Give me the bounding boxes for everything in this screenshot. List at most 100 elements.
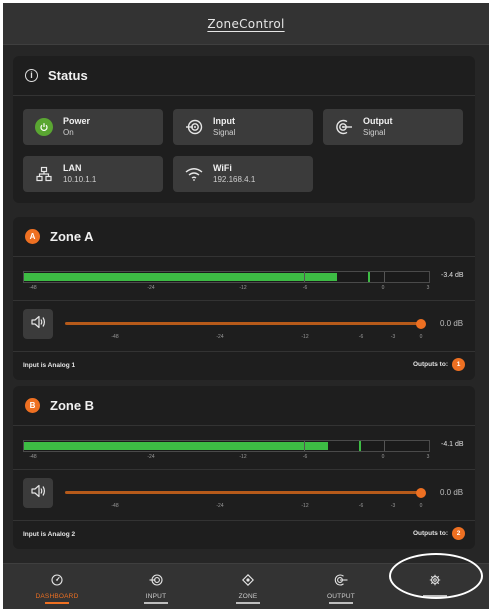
zone-b-outputs: Outputs to: 2 [413,527,465,540]
zone-a-outputs-label: Outputs to: [412,361,448,368]
zone-a-meter-scale-label: -24 [147,285,155,291]
zone-b-meter-scale-label: -48 [29,454,37,460]
status-title: Status [48,68,88,83]
zone-b-footer-divider [13,520,475,521]
output-signal-icon [335,118,353,136]
zone-b-gain-scale-label: -3 [390,503,396,509]
zone-a-gain-slider[interactable] [65,318,426,329]
input-icon [149,573,163,587]
zone-a-meter-scale-label: -6 [302,285,308,291]
wifi-icon [185,165,203,183]
nav-output-indicator [329,602,353,604]
nav-output-label: OUTPUT [327,593,355,600]
status-tile-input[interactable]: Input Signal [173,109,313,145]
zone-a-gain-scale: -48 -24 -12 -6 -3 0 [65,334,423,342]
zone-b-meter-tick [304,441,305,451]
nav-input-indicator [144,602,168,604]
input-label: Input [213,116,235,126]
zone-a-meter-scale: -48 -24 -12 -6 0 3 [23,285,430,293]
output-value: Signal [363,128,386,137]
zone-a-gain-scale-label: -3 [390,334,396,340]
zone-a-level-meter [23,271,430,283]
zone-b-gain-scale-label: -6 [358,503,364,509]
zone-b-gain-thumb[interactable] [416,487,426,498]
zone-b-meter-scale-label: 0 [381,454,385,460]
zone-b-level-meter [23,440,430,452]
power-value: On [63,128,74,137]
wifi-value: 192.168.4.1 [213,175,256,184]
zone-b-meter-peak [359,441,362,451]
wifi-label: WiFi [213,163,232,173]
zone-a-gain-scale-label: -48 [111,334,119,340]
zone-b-gain-scale-label: -12 [301,503,309,509]
nav-dashboard[interactable]: DASHBOARD [27,564,87,609]
zone-b-outputs-label: Outputs to: [412,530,448,537]
zone-b-divider [13,469,475,470]
nav-dashboard-indicator [45,602,69,604]
zone-a-meter-scale-label: 0 [381,285,385,291]
output-icon [334,573,348,587]
status-header: i Status [13,56,475,96]
zone-a-meter-scale-label: 3 [426,285,430,291]
zone-a-meter-scale-label: -12 [239,285,247,291]
zone-a-divider [13,300,475,301]
status-tile-power[interactable]: Power On [23,109,163,145]
zone-b-gain-scale: -48 -24 -12 -6 -3 0 [65,503,423,511]
output-label: Output [363,116,393,126]
app-title: ZoneControl [207,16,285,31]
zone-b-gain-scale-label: 0 [419,503,423,509]
zone-a-input-text: Input is Analog 1 [23,362,76,369]
zone-a-mute-button[interactable] [23,309,53,339]
lan-label: LAN [63,163,82,173]
zone-a-meter-scale-label: -48 [29,285,37,291]
power-label: Power [63,116,91,126]
zone-b-meter-scale-label: -12 [239,454,247,460]
zone-a-header: A Zone A [13,217,475,257]
zone-a-gain-scale-label: -6 [358,334,364,340]
zone-b-title: Zone B [50,398,95,413]
zone-b-output-badge[interactable]: 2 [452,527,465,540]
zone-b-meter-scale-label: -24 [147,454,155,460]
status-tile-output[interactable]: Output Signal [323,109,463,145]
zone-a-meter-readout: -3.4 dB [441,272,464,279]
nav-input[interactable]: INPUT [126,564,186,609]
zone-a-panel: A Zone A -3.4 dB -48 -24 -12 -6 0 3 0.0 dB -4… [13,217,475,380]
nav-zone[interactable]: ZONE [218,564,278,609]
lan-icon [35,165,53,183]
zone-a-badge: A [25,229,40,244]
zone-b-input-text: Input is Analog 2 [23,531,76,538]
zone-a-footer-divider [13,351,475,352]
info-icon: i [25,69,38,82]
nav-output[interactable]: OUTPUT [311,564,371,609]
zone-a-gain-scale-label: 0 [419,334,423,340]
status-tile-lan[interactable]: LAN 10.10.1.1 [23,156,163,192]
zone-a-gain-thumb[interactable] [416,318,426,329]
zone-a-gain-readout: 0.0 dB [440,319,464,328]
zone-b-meter-scale-label: -6 [302,454,308,460]
zone-b-gain-scale-label: -24 [216,503,224,509]
speaker-icon [30,315,46,334]
nav-zone-label: ZONE [238,593,258,600]
input-value: Signal [213,128,236,137]
lan-value: 10.10.1.1 [63,175,97,184]
zone-a-gain-scale-label: -12 [301,334,309,340]
status-panel: i Status Power On Input Signal Output Si… [13,56,475,203]
zone-b-gain-scale-label: -48 [111,503,119,509]
speaker-icon [30,484,46,503]
highlight-ellipse [389,553,483,599]
zone-b-panel: B Zone B -4.1 dB -48 -24 -12 -6 0 3 0.0 dB -4… [13,386,475,549]
zone-a-output-badge[interactable]: 1 [452,358,465,371]
zone-a-gain-scale-label: -24 [216,334,224,340]
power-icon [35,118,53,136]
zone-a-title: Zone A [50,229,94,244]
zone-a-meter-tick [304,272,305,282]
zone-icon [241,573,255,587]
status-tile-wifi[interactable]: WiFi 192.168.4.1 [173,156,313,192]
zone-b-mute-button[interactable] [23,478,53,508]
input-signal-icon [185,118,203,136]
zone-a-outputs: Outputs to: 1 [413,358,465,371]
nav-input-label: INPUT [145,593,167,600]
gauge-icon [50,573,64,587]
nav-zone-indicator [236,602,260,604]
zone-b-gain-slider[interactable] [65,487,426,498]
